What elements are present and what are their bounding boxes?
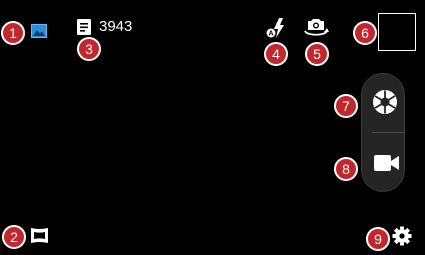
settings-icon[interactable] — [392, 226, 412, 246]
video-camera-icon[interactable] — [374, 154, 400, 172]
remaining-photos-count: 3943 — [99, 18, 133, 35]
storage-icon — [77, 19, 91, 35]
callout-badge-1: 1 — [1, 21, 25, 45]
gallery-mode-icon[interactable] — [31, 24, 47, 38]
camera-viewfinder: 3943 A 1 2 3 4 5 6 7 8 9 — [0, 0, 425, 255]
callout-badge-4: 4 — [264, 42, 288, 66]
callout-badge-2: 2 — [2, 225, 26, 249]
panorama-icon[interactable] — [30, 227, 49, 244]
callout-badge-9: 9 — [366, 227, 390, 251]
callout-badge-8: 8 — [334, 157, 358, 181]
callout-badge-5: 5 — [305, 42, 329, 66]
callout-badge-3: 3 — [77, 37, 101, 61]
capture-divider — [372, 132, 405, 133]
last-photo-preview[interactable] — [378, 13, 416, 51]
callout-badge-6: 6 — [353, 21, 377, 45]
svg-text:A: A — [268, 31, 273, 38]
switch-camera-icon[interactable] — [303, 17, 329, 37]
callout-badge-7: 7 — [334, 94, 358, 118]
flash-auto-icon[interactable]: A — [266, 17, 288, 39]
shutter-icon[interactable] — [372, 89, 398, 115]
